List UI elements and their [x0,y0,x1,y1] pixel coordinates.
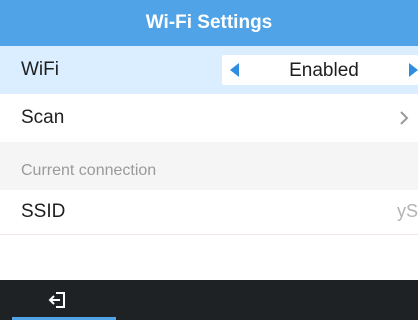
ssid-row: SSID yS [0,190,418,235]
ssid-label: SSID [21,201,66,222]
wifi-state-selector[interactable]: Enabled [222,55,418,85]
bottom-bar [0,280,418,320]
exit-button[interactable] [0,280,116,320]
page-title: Wi-Fi Settings [145,12,273,33]
current-connection-header: Current connection [0,142,418,190]
exit-icon [48,292,65,308]
arrow-right-icon[interactable] [409,63,418,77]
wifi-state-value: Enabled [289,60,359,81]
scan-label: Scan [21,107,65,128]
wifi-row[interactable]: WiFi Enabled [0,46,418,94]
ssid-value: yS [396,201,418,221]
scan-row[interactable]: Scan [0,94,418,142]
wifi-label: WiFi [21,59,59,80]
title-bar: Wi-Fi Settings [0,0,418,46]
chevron-right-icon [400,111,409,125]
section-label: Current connection [21,162,157,179]
